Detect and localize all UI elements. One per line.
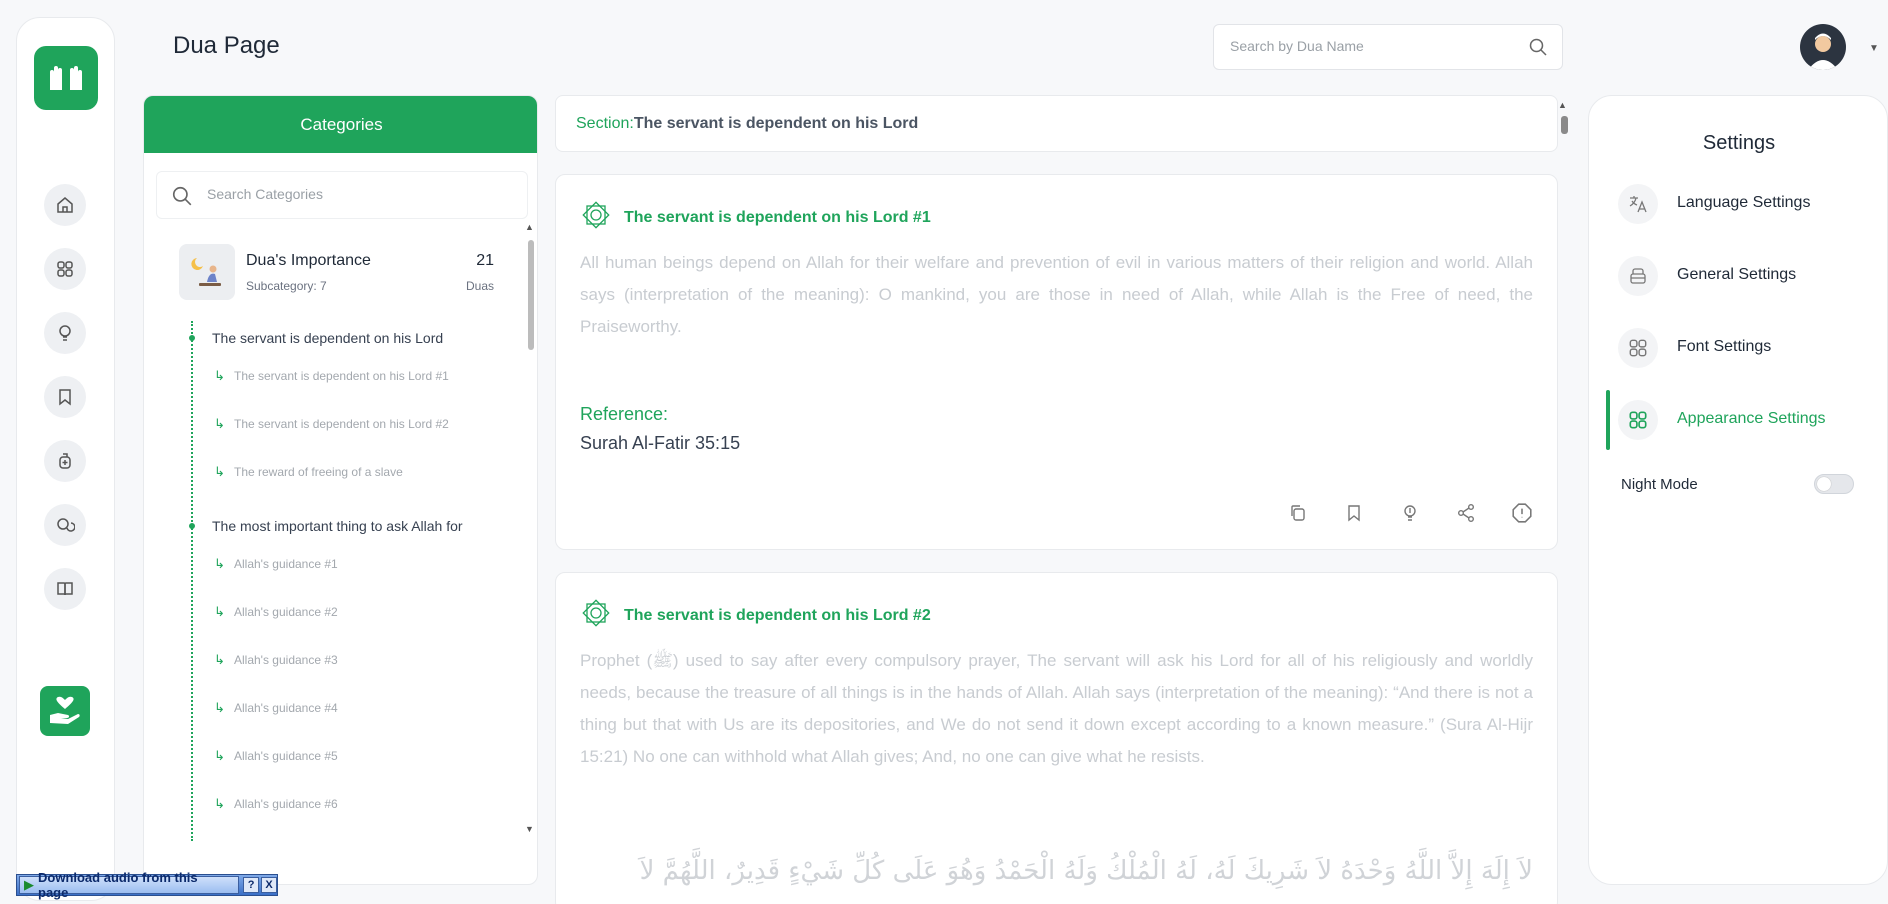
settings-item-label: Language Settings: [1677, 194, 1811, 211]
dua-actions: [1285, 500, 1535, 526]
tree-line: [191, 321, 193, 841]
help-button[interactable]: ?: [243, 877, 260, 893]
dua-text: All human beings depend on Allah for the…: [580, 253, 1533, 336]
categories-panel: Categories Dua's Importance Subcategory:…: [143, 95, 538, 885]
settings-item-label: Appearance Settings: [1677, 410, 1826, 427]
allah-emblem-icon: [580, 199, 612, 236]
report-icon[interactable]: [1509, 500, 1535, 526]
category-name: Dua's Importance: [246, 252, 371, 269]
donate-button[interactable]: [40, 686, 90, 736]
category-search-input[interactable]: [207, 186, 507, 202]
dua-card: The servant is dependent on his Lord #1 …: [555, 174, 1558, 550]
grid-icon: [1618, 328, 1658, 368]
play-icon: ▶: [24, 877, 34, 892]
arrow-icon: ↳: [214, 368, 225, 383]
settings-item-label: Font Settings: [1677, 338, 1772, 355]
section-bar: Section: The servant is dependent on his …: [555, 95, 1558, 152]
categories-header: Categories: [144, 96, 537, 153]
ruqyah-icon[interactable]: [44, 440, 86, 482]
praying-hands-icon: [50, 66, 82, 90]
home-icon[interactable]: [44, 184, 86, 226]
arrow-icon: ↳: [214, 796, 225, 811]
close-button[interactable]: X: [261, 877, 277, 893]
book-icon[interactable]: [44, 568, 86, 610]
dua-link[interactable]: ↳ Allah's guidance #4: [214, 700, 338, 716]
avatar[interactable]: [1800, 24, 1846, 70]
arabic-text: لاَ إِلَهَ إِلاَّ اللَّهُ وَحْدَهُ لاَ ش…: [639, 856, 1533, 886]
section-label: Section:: [576, 114, 634, 132]
active-indicator: [1606, 390, 1610, 450]
category-search-box[interactable]: [156, 171, 528, 219]
arrow-icon: ↳: [214, 700, 225, 715]
dua-title: The servant is dependent on his Lord #1: [624, 208, 931, 226]
grid-icon: [1618, 400, 1658, 440]
app-logo[interactable]: [34, 46, 98, 110]
category-dua-count-label: Duas: [465, 279, 494, 293]
dua-link[interactable]: ↳ Allah's guidance #1: [214, 556, 338, 572]
category-item[interactable]: Dua's Importance Subcategory: 7 21 Duas: [179, 244, 494, 304]
scroll-down-arrow[interactable]: ▼: [525, 824, 534, 834]
category-dua-count: 21: [476, 252, 494, 269]
bookmark-icon[interactable]: [44, 376, 86, 418]
tree-dot: [189, 523, 195, 529]
night-mode-label: Night Mode: [1621, 476, 1698, 493]
dua-link[interactable]: ↳ Allah's guidance #2: [214, 604, 338, 620]
search-icon: [171, 185, 193, 212]
dua-link[interactable]: ↳ The servant is dependent on his Lord #1: [214, 368, 449, 384]
grid-icon[interactable]: [44, 248, 86, 290]
settings-title: Settings: [1702, 132, 1776, 154]
dua-link[interactable]: ↳ The servant is dependent on his Lord #2: [214, 416, 449, 432]
arrow-icon: ↳: [214, 748, 225, 763]
scroll-up-arrow[interactable]: ▲: [1558, 100, 1567, 110]
category-subcount: Subcategory: 7: [246, 279, 327, 293]
font-settings-item[interactable]: Font Settings: [1589, 318, 1888, 378]
section-title: The servant is dependent on his Lord: [633, 114, 919, 132]
main-scrollbar-thumb[interactable]: [1561, 116, 1568, 134]
chat-icon[interactable]: [44, 504, 86, 546]
dua-text: Prophet (ﷺ) used to say after every comp…: [580, 651, 1533, 766]
arrow-icon: ↳: [214, 416, 225, 431]
download-audio-button[interactable]: ▶ Download audio from this page: [19, 870, 240, 900]
download-audio-toolbar: ▶ Download audio from this page ? X: [16, 870, 278, 900]
bulb-icon[interactable]: [1397, 500, 1423, 526]
bookmark-icon[interactable]: [1341, 500, 1367, 526]
dua-title: The servant is dependent on his Lord #2: [624, 606, 931, 624]
general-icon: [1618, 256, 1658, 296]
heart-hand-icon: [50, 696, 80, 724]
arrow-icon: ↳: [214, 652, 225, 667]
scroll-up-arrow[interactable]: ▲: [525, 222, 534, 232]
chevron-down-icon[interactable]: ▼: [1869, 43, 1879, 54]
search-icon[interactable]: [1528, 37, 1548, 62]
category-thumbnail: [179, 244, 235, 300]
share-icon[interactable]: [1453, 500, 1479, 526]
subcategory-title[interactable]: The servant is dependent on his Lord: [212, 330, 443, 346]
bulb-icon[interactable]: [44, 312, 86, 354]
subcategory-title[interactable]: The most important thing to ask Allah fo…: [212, 518, 463, 534]
arrow-icon: ↳: [214, 604, 225, 619]
reference-value: Surah Al-Fatir 35:15: [580, 433, 741, 453]
dua-link[interactable]: ↳ Allah's guidance #6: [214, 796, 338, 812]
night-mode-toggle[interactable]: [1814, 474, 1854, 494]
category-scrollbar-thumb[interactable]: [528, 240, 534, 350]
language-settings-item[interactable]: Language Settings: [1589, 174, 1888, 234]
dua-link[interactable]: ↳ Allah's guidance #3: [214, 652, 338, 668]
dua-card: The servant is dependent on his Lord #2 …: [555, 572, 1558, 904]
arrow-icon: ↳: [214, 556, 225, 571]
page-title: Dua Page: [173, 32, 280, 59]
settings-item-label: General Settings: [1677, 266, 1797, 283]
general-settings-item[interactable]: General Settings: [1589, 246, 1888, 306]
dua-search-input[interactable]: [1230, 38, 1510, 54]
dua-search-box[interactable]: [1213, 24, 1563, 70]
settings-panel: Settings Language Settings General Setti…: [1588, 95, 1888, 885]
copy-icon[interactable]: [1285, 500, 1311, 526]
allah-emblem-icon: [580, 597, 612, 634]
dua-link[interactable]: ↳ Allah's guidance #5: [214, 748, 338, 764]
left-nav-rail: [16, 17, 115, 901]
appearance-settings-item[interactable]: Appearance Settings: [1589, 390, 1888, 450]
tree-dot: [189, 335, 195, 341]
dua-link[interactable]: ↳ The reward of freeing of a slave: [214, 464, 403, 480]
reference-label: Reference:: [580, 404, 669, 424]
translate-icon: [1618, 184, 1658, 224]
arrow-icon: ↳: [214, 464, 225, 479]
